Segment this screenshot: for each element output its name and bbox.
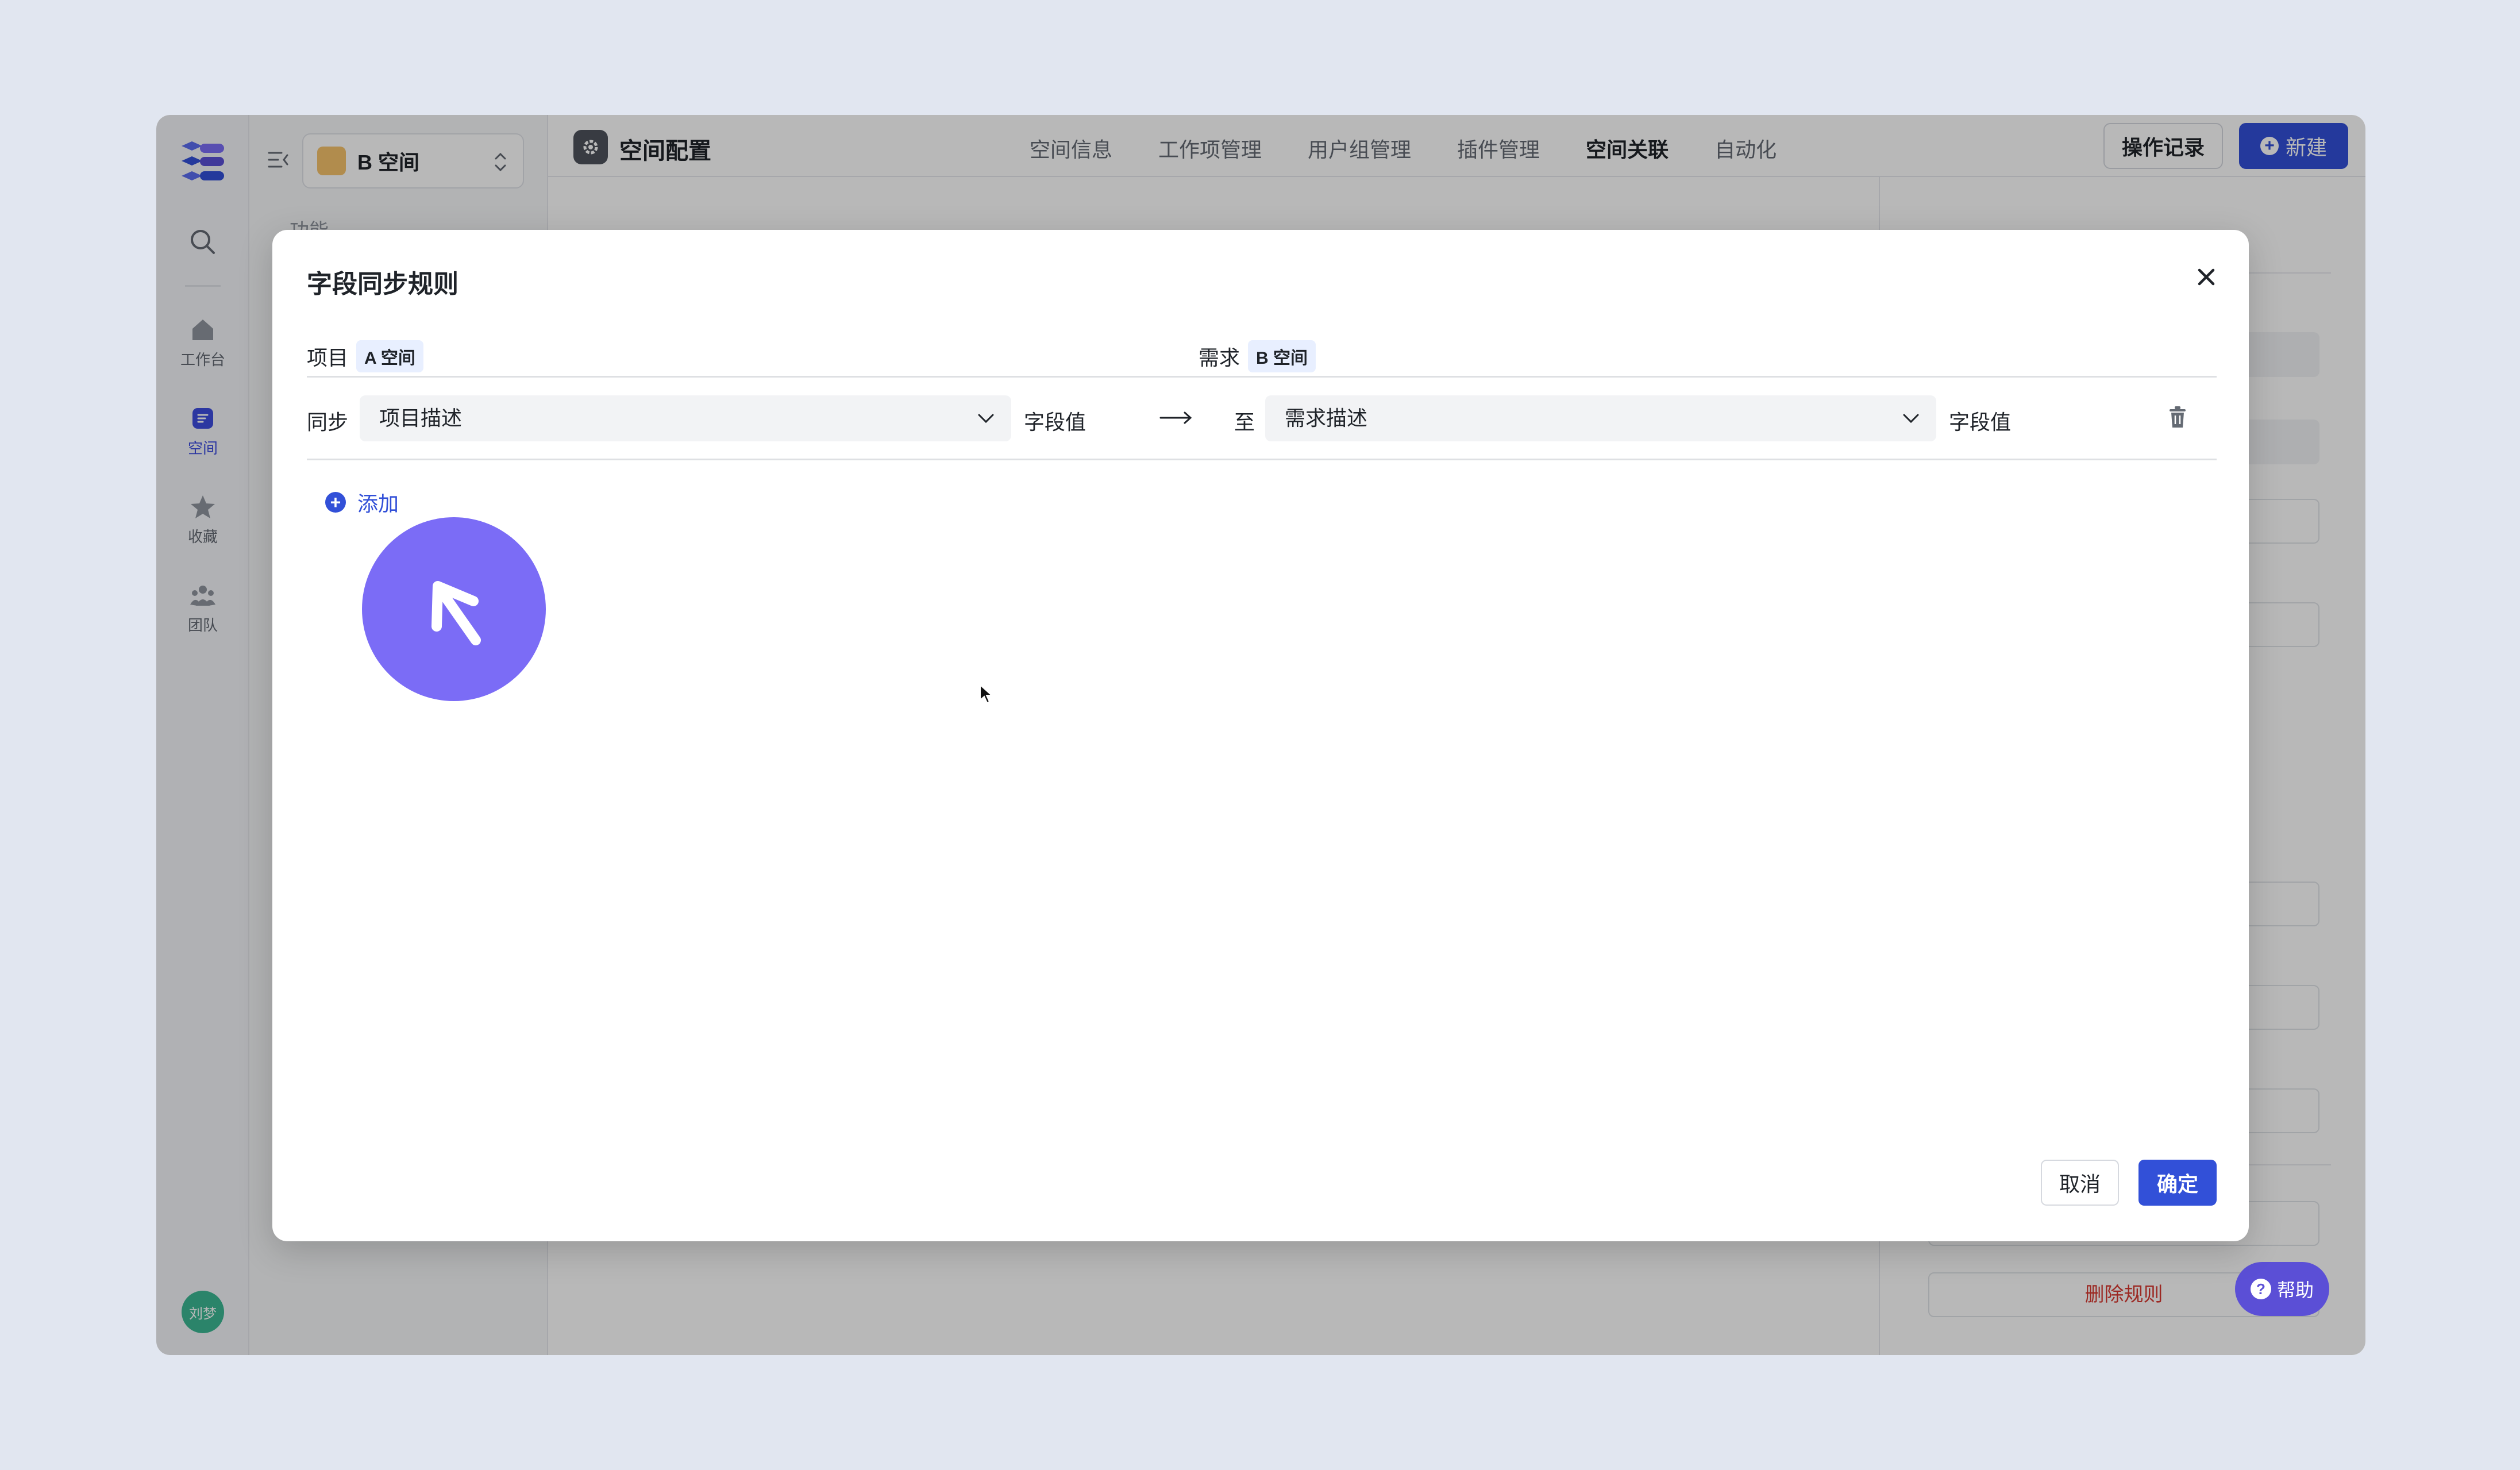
dialog-title: 字段同步规则 <box>307 270 458 298</box>
chevron-down-icon <box>978 414 994 424</box>
source-type-label: 项目 <box>307 346 349 370</box>
trash-icon[interactable] <box>2167 406 2188 429</box>
help-label: 帮助 <box>2276 1280 2314 1300</box>
target-space-tag: B 空间 <box>1248 340 1316 372</box>
target-field-select[interactable]: 需求描述 <box>1265 395 1936 441</box>
add-rule-button[interactable]: + 添加 <box>325 487 399 517</box>
chevron-down-icon <box>1903 414 1919 424</box>
target-column-header: 需求 B 空间 <box>1199 340 1316 372</box>
close-icon[interactable] <box>2195 265 2218 288</box>
arrow-right-icon <box>1159 411 1192 424</box>
add-rule-label: 添加 <box>357 492 399 515</box>
target-value-label: 字段值 <box>1949 410 2012 434</box>
field-sync-rule-dialog: 字段同步规则 项目 A 空间 需求 B 空间 同步 项目描述 字段值 至 需求描… <box>272 230 2249 1241</box>
sync-label: 同步 <box>307 410 349 434</box>
cancel-button[interactable]: 取消 <box>2041 1160 2119 1206</box>
help-button[interactable]: ? 帮助 <box>2235 1262 2329 1316</box>
pointer-arrow-icon <box>431 581 481 645</box>
source-field-select[interactable]: 项目描述 <box>360 395 1011 441</box>
target-type-label: 需求 <box>1199 346 1240 370</box>
help-icon: ? <box>2250 1279 2271 1299</box>
confirm-button[interactable]: 确定 <box>2138 1160 2217 1206</box>
plus-circle-icon: + <box>325 492 346 513</box>
source-column-header: 项目 A 空间 <box>307 340 423 372</box>
to-label: 至 <box>1234 410 1255 434</box>
source-field-value: 项目描述 <box>379 406 463 430</box>
row-divider <box>307 459 2217 460</box>
click-indicator <box>362 517 546 701</box>
target-field-value: 需求描述 <box>1285 406 1368 430</box>
source-value-label: 字段值 <box>1024 410 1086 434</box>
mouse-cursor-icon <box>980 684 993 704</box>
header-divider <box>307 376 2217 378</box>
source-space-tag: A 空间 <box>356 340 423 372</box>
sync-rule-row: 同步 项目描述 字段值 至 需求描述 字段值 <box>307 395 2217 441</box>
